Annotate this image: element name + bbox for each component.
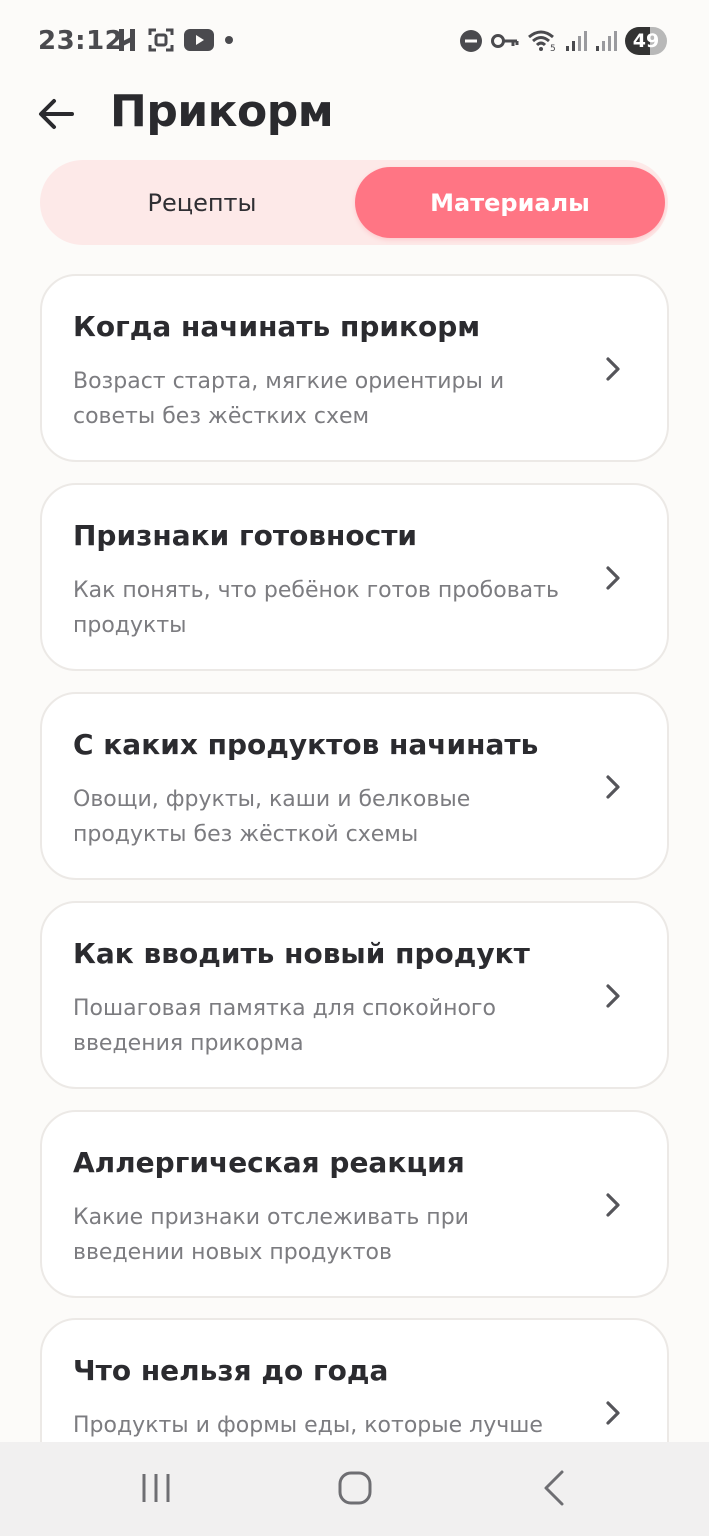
svg-text:5: 5 [550, 44, 556, 53]
chevron-right-icon [606, 1193, 620, 1217]
article-card[interactable]: Аллергическая реакция Какие признаки отс… [40, 1110, 669, 1298]
chevron-right-icon [606, 1401, 620, 1425]
card-description: Какие признаки отслеживать при введении … [73, 1205, 469, 1265]
battery-indicator: 49 [625, 27, 667, 55]
app-icon [119, 29, 135, 51]
chevron-right-icon [606, 775, 620, 799]
page-title: Прикорм [110, 86, 334, 137]
card-description: Пошаговая памятка для спокойного введени… [73, 996, 496, 1056]
dot-icon [225, 36, 233, 44]
screen: 23:12 5 49 Прикорм Рецепты Материалы Ког… [0, 0, 709, 1536]
chevron-right-icon [606, 984, 620, 1008]
status-right-icons: 5 49 [459, 27, 667, 55]
segmented-tabs: Рецепты Материалы [40, 160, 668, 245]
wifi-icon: 5 [528, 30, 556, 53]
card-description: Овощи, фрукты, каши и белковые продукты … [73, 787, 471, 847]
card-title: Что нельзя до года [73, 1354, 389, 1387]
do-not-disturb-icon [460, 30, 482, 52]
card-description: Возраст старта, мягкие ориентиры и совет… [73, 369, 505, 429]
screen-capture-icon [148, 28, 174, 52]
back-nav-icon[interactable] [532, 1468, 576, 1508]
card-title: Признаки готовности [73, 519, 418, 552]
signal-icon [566, 31, 587, 51]
chevron-right-icon [606, 357, 620, 381]
article-card[interactable]: Признаки готовности Как понять, что ребё… [40, 483, 669, 671]
vpn-key-icon [491, 34, 519, 48]
article-card[interactable]: Как вводить новый продукт Пошаговая памя… [40, 901, 669, 1089]
status-bar: 23:12 5 49 [0, 0, 709, 84]
article-card[interactable]: С каких продуктов начинать Овощи, фрукты… [40, 692, 669, 880]
status-left-icons [116, 27, 234, 53]
card-description: Продукты и формы еды, которые лучше [73, 1413, 543, 1438]
youtube-icon [184, 29, 214, 51]
tab-recipes[interactable]: Рецепты [47, 167, 357, 238]
back-arrow-icon[interactable] [34, 92, 78, 136]
card-title: С каких продуктов начинать [73, 728, 539, 761]
card-title: Аллергическая реакция [73, 1146, 465, 1179]
chevron-right-icon [606, 566, 620, 590]
tab-materials[interactable]: Материалы [355, 167, 665, 238]
status-time: 23:12 [38, 26, 124, 56]
signal-icon [596, 31, 617, 51]
system-nav-bar [0, 1442, 709, 1536]
card-description: Как понять, что ребёнок готов пробовать … [73, 578, 559, 638]
recent-apps-icon[interactable] [134, 1468, 178, 1508]
home-icon[interactable] [333, 1468, 377, 1508]
article-card[interactable]: Когда начинать прикорм Возраст старта, м… [40, 274, 669, 462]
card-title: Как вводить новый продукт [73, 937, 530, 970]
card-title: Когда начинать прикорм [73, 310, 481, 343]
